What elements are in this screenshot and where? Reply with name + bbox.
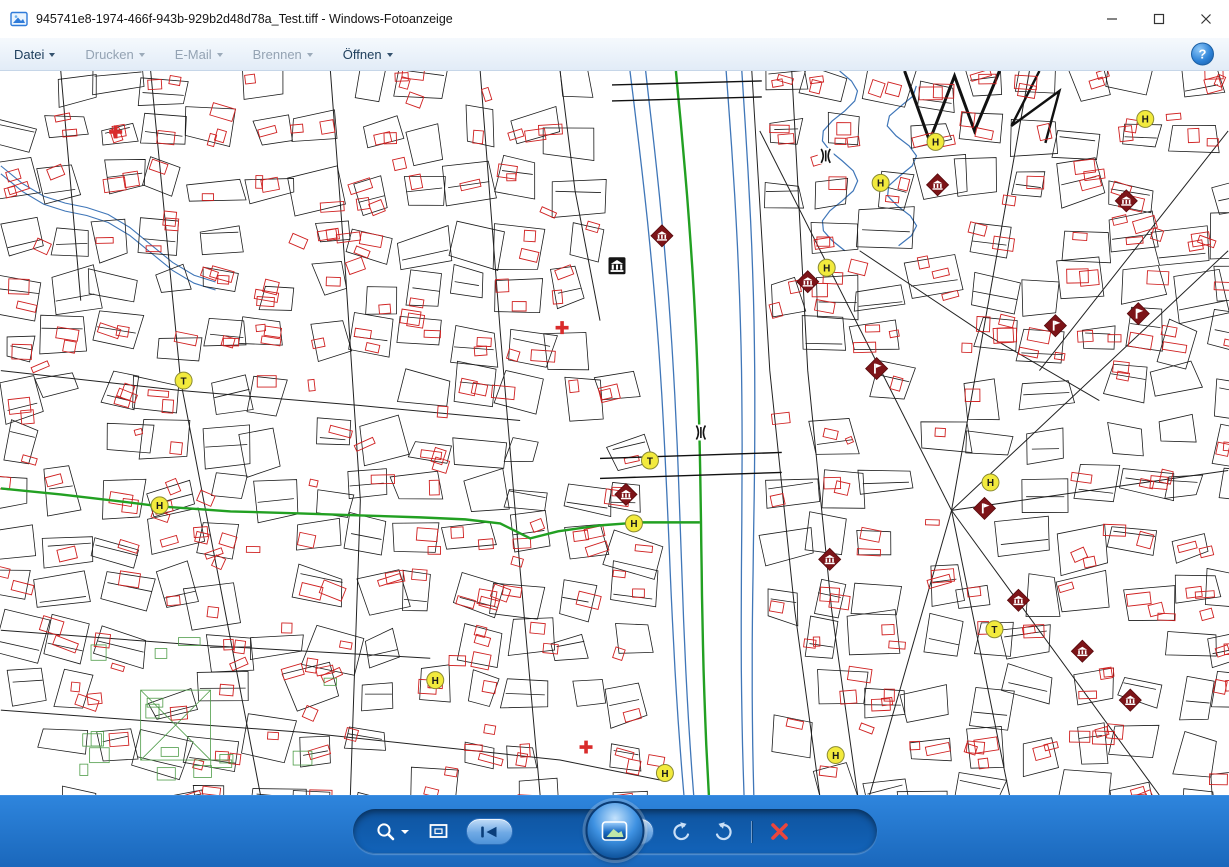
menu-item-oeffnen[interactable]: Öffnen xyxy=(343,47,393,62)
menu-item-label: Öffnen xyxy=(343,47,382,62)
svg-text:H: H xyxy=(156,501,163,512)
museum-poi-marker xyxy=(1119,689,1141,711)
bus-stop-marker: H xyxy=(818,259,835,276)
lock-icon xyxy=(693,425,709,441)
svg-text:T: T xyxy=(991,625,997,636)
window-controls xyxy=(1088,0,1229,38)
bus-stop-marker: H xyxy=(982,474,999,491)
first-aid-icon xyxy=(556,321,569,334)
museum-poi-marker xyxy=(819,548,841,570)
bus-stop-marker: H xyxy=(827,747,844,764)
svg-text:H: H xyxy=(661,769,668,780)
fit-to-window-button[interactable] xyxy=(426,820,451,843)
fit-icon xyxy=(428,822,449,841)
tram-stop-marker: T xyxy=(641,452,658,469)
toolbar-pill xyxy=(353,809,877,854)
menu-item-datei[interactable]: Datei xyxy=(14,47,55,62)
bottom-toolbar xyxy=(0,795,1229,867)
bus-stop-marker: H xyxy=(151,497,168,514)
zoom-button[interactable] xyxy=(373,819,411,845)
svg-text:H: H xyxy=(1142,115,1149,126)
photo-viewer-window: 945741e8-1974-466f-943b-929b2d48d78a_Tes… xyxy=(0,0,1229,867)
svg-text:H: H xyxy=(630,519,637,530)
previous-button[interactable] xyxy=(466,818,513,845)
minimize-icon xyxy=(1106,13,1118,25)
menu-item-brennen[interactable]: Brennen xyxy=(253,47,313,62)
close-icon xyxy=(1200,13,1212,25)
menu-item-label: E-Mail xyxy=(175,47,212,62)
flag-poi-marker xyxy=(1127,303,1149,325)
svg-text:H: H xyxy=(823,264,830,275)
close-button[interactable] xyxy=(1182,0,1229,38)
tram-stop-marker: T xyxy=(175,372,192,389)
rotate-clockwise-button[interactable] xyxy=(710,819,736,845)
menubar: Datei Drucken E-Mail Brennen Öffnen ? xyxy=(0,38,1229,71)
rotate-ccw-icon xyxy=(671,821,693,843)
museum-poi-marker xyxy=(651,225,673,247)
menu-item-drucken[interactable]: Drucken xyxy=(85,47,144,62)
slideshow-icon xyxy=(601,820,629,842)
help-icon: ? xyxy=(1199,47,1207,62)
window-title: 945741e8-1974-466f-943b-929b2d48d78a_Tes… xyxy=(36,12,453,26)
maximize-button[interactable] xyxy=(1135,0,1182,38)
rotate-counterclockwise-button[interactable] xyxy=(669,819,695,845)
flag-poi-marker xyxy=(973,497,995,519)
bus-stop-marker: H xyxy=(427,672,444,689)
flag-poi-marker xyxy=(1044,315,1066,337)
bus-stop-marker: H xyxy=(1137,110,1154,127)
delete-x-icon xyxy=(769,821,790,842)
slideshow-button[interactable] xyxy=(585,801,644,860)
svg-text:T: T xyxy=(181,376,187,387)
bus-stop-marker: H xyxy=(625,515,642,532)
bus-stop-marker: H xyxy=(927,133,944,150)
svg-text:H: H xyxy=(877,179,884,190)
minimize-button[interactable] xyxy=(1088,0,1135,38)
map-image: H H H H H H H H H H T T T xyxy=(0,71,1229,795)
bus-stop-marker: H xyxy=(872,174,889,191)
menu-item-email[interactable]: E-Mail xyxy=(175,47,223,62)
museum-poi-marker xyxy=(927,174,949,196)
svg-text:H: H xyxy=(987,478,994,489)
previous-icon xyxy=(478,826,500,838)
chevron-down-icon xyxy=(307,53,313,57)
app-icon xyxy=(9,9,29,29)
garden-outlines xyxy=(80,638,337,780)
museum-icon xyxy=(609,257,626,274)
svg-text:H: H xyxy=(932,138,939,149)
map-markers: H H H H H H H H H H T T T xyxy=(109,110,1154,781)
image-viewport: H H H H H H H H H H T T T xyxy=(0,71,1229,795)
maximize-icon xyxy=(1153,13,1165,25)
museum-poi-marker xyxy=(797,271,819,293)
tram-stop-marker: T xyxy=(986,621,1003,638)
titlebar: 945741e8-1974-466f-943b-929b2d48d78a_Tes… xyxy=(0,0,1229,38)
chevron-down-icon xyxy=(401,830,409,834)
svg-text:H: H xyxy=(432,676,439,687)
svg-text:H: H xyxy=(832,751,839,762)
lock-icon xyxy=(818,148,834,164)
chevron-down-icon xyxy=(217,53,223,57)
menu-item-label: Brennen xyxy=(253,47,302,62)
bus-stop-marker: H xyxy=(656,765,673,782)
parcel-outlines xyxy=(0,71,1229,795)
chevron-down-icon xyxy=(387,53,393,57)
magnifier-icon xyxy=(375,821,397,843)
delete-button[interactable] xyxy=(767,819,792,844)
museum-poi-marker xyxy=(1007,589,1029,611)
museum-poi-marker xyxy=(1071,640,1093,662)
help-button[interactable]: ? xyxy=(1191,43,1214,66)
toolbar-divider xyxy=(751,821,752,843)
chevron-down-icon xyxy=(139,53,145,57)
menu-item-label: Drucken xyxy=(85,47,133,62)
building-outlines xyxy=(0,71,1229,795)
rotate-cw-icon xyxy=(712,821,734,843)
chevron-down-icon xyxy=(49,53,55,57)
menu-item-label: Datei xyxy=(14,47,44,62)
first-aid-icon xyxy=(580,741,593,754)
svg-text:T: T xyxy=(647,456,653,467)
museum-poi-marker xyxy=(1115,190,1137,212)
